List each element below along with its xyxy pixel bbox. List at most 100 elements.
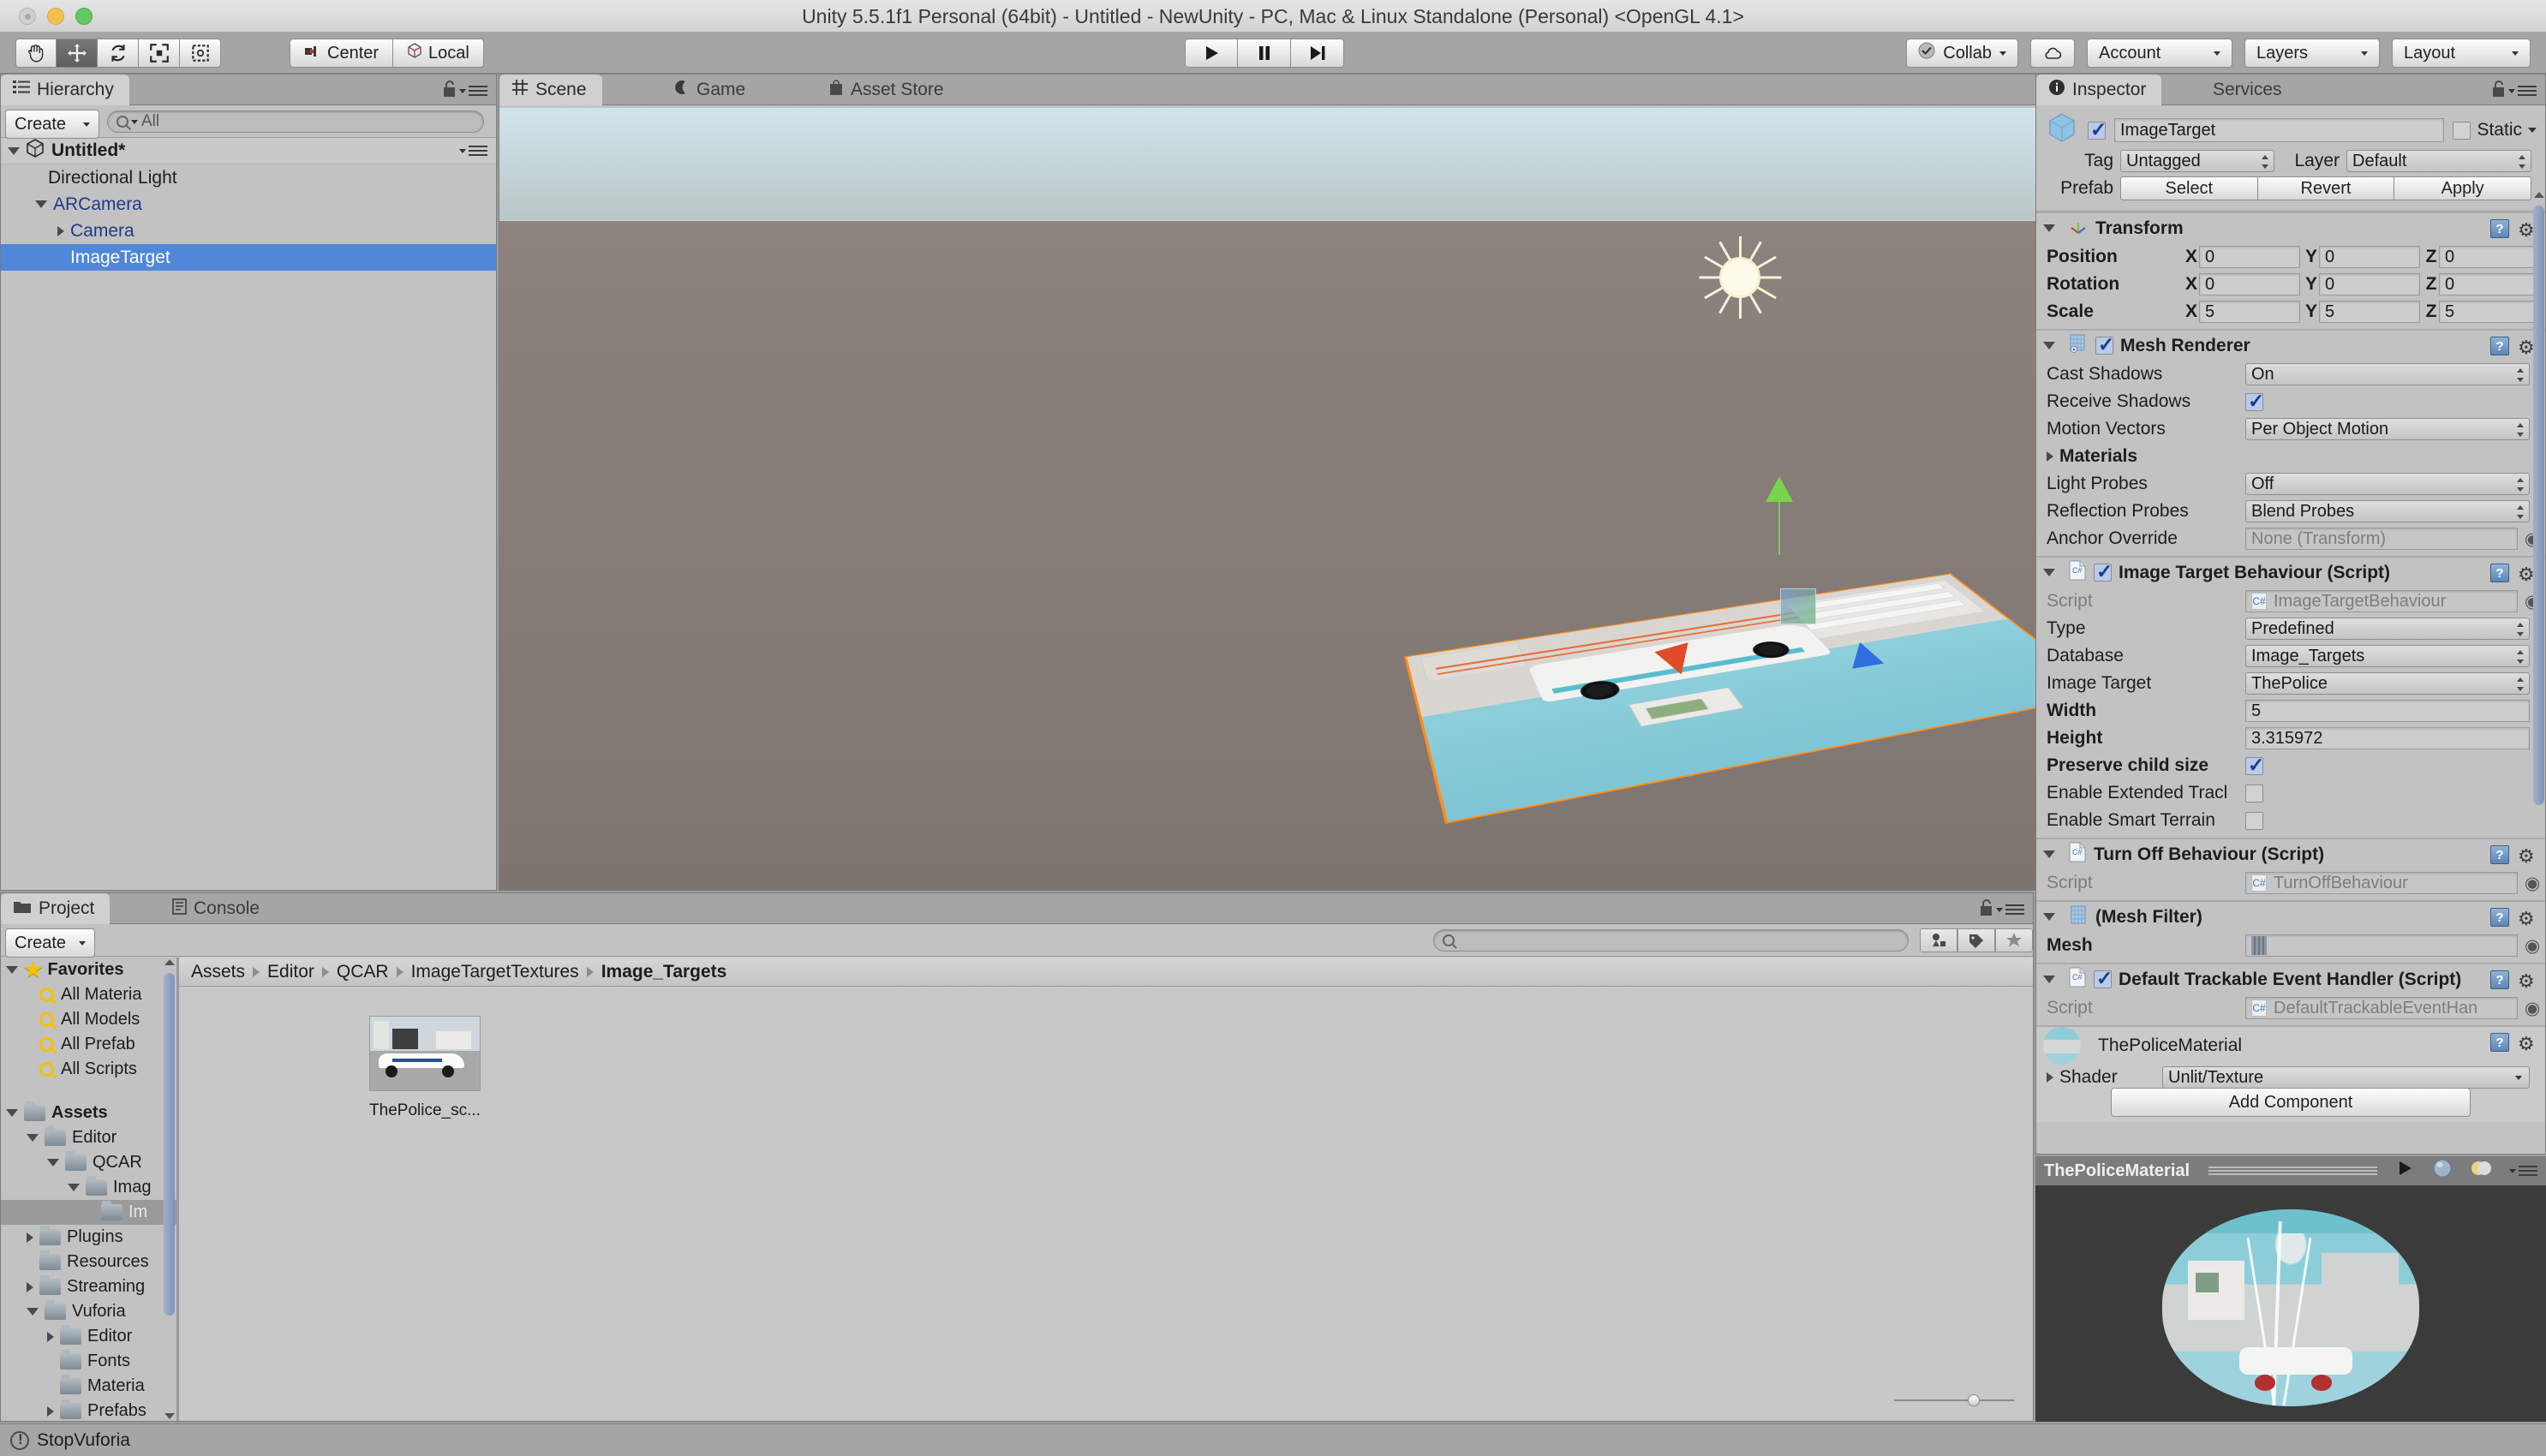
tab-project[interactable]: Project <box>1 893 111 924</box>
chevron-down-icon[interactable] <box>27 1308 39 1316</box>
status-bar[interactable]: StopVuforia <box>0 1423 2546 1456</box>
scale-x-field[interactable]: 5 <box>2199 301 2300 323</box>
component-header[interactable]: C# Turn Off Behaviour (Script)? <box>2036 838 2545 869</box>
chevron-down-icon[interactable] <box>47 1159 59 1167</box>
hierarchy-create-button[interactable]: Create <box>5 110 99 139</box>
chevron-down-icon[interactable] <box>2043 224 2055 232</box>
chevron-down-icon[interactable] <box>68 1184 80 1191</box>
chevron-right-icon[interactable] <box>2047 1072 2053 1083</box>
object-field-mesh[interactable] <box>2245 934 2518 957</box>
breadcrumb-item-4[interactable]: Image_Targets <box>601 962 727 982</box>
component-header[interactable]: Transform? <box>2036 212 2545 243</box>
project-tree-item[interactable]: ★ Favorites <box>1 958 176 982</box>
tab-inspector[interactable]: Inspector <box>2036 75 2162 105</box>
project-tree-item[interactable]: Imag <box>1 1175 176 1200</box>
project-tree-scrollbar[interactable] <box>164 959 175 1419</box>
account-button[interactable]: Account <box>2087 39 2232 68</box>
help-icon[interactable]: ? <box>2490 970 2509 989</box>
dropdown-reflection-probes[interactable]: Blend Probes <box>2245 500 2530 522</box>
tab-asset-store[interactable]: Asset Store <box>816 75 959 105</box>
gizmo-center-cube[interactable] <box>1780 588 1816 624</box>
chevron-right-icon[interactable] <box>57 225 64 236</box>
tab-hierarchy[interactable]: Hierarchy <box>1 75 129 105</box>
rect-tool-button[interactable] <box>180 39 221 68</box>
pivot-center-button[interactable]: Center <box>290 39 394 68</box>
project-search-input[interactable] <box>1433 929 1909 952</box>
playback-controls[interactable] <box>1185 39 1344 68</box>
shader-dropdown[interactable]: Unlit/Texture <box>2162 1066 2530 1089</box>
position-z-field[interactable]: 0 <box>2439 246 2540 268</box>
hierarchy-item-camera[interactable]: Camera <box>1 218 496 244</box>
project-tree-item[interactable]: Prefabs <box>1 1399 176 1421</box>
tag-dropdown[interactable]: Untagged <box>2120 150 2274 172</box>
breadcrumb-item-2[interactable]: QCAR <box>337 962 389 982</box>
chevron-down-icon[interactable] <box>2043 850 2055 858</box>
project-tree-item[interactable]: All Models <box>1 1007 176 1032</box>
inspector-scrollbar[interactable] <box>2533 192 2544 1150</box>
pivot-local-button[interactable]: Local <box>393 39 484 68</box>
chevron-down-icon[interactable] <box>27 1134 39 1142</box>
panel-menu-button[interactable] <box>459 83 487 98</box>
dropdown-light-probes[interactable]: Off <box>2245 473 2530 495</box>
tab-services[interactable]: Services <box>2201 75 2298 105</box>
cloud-button[interactable] <box>2030 39 2075 68</box>
transform-tools[interactable] <box>15 39 221 68</box>
project-tree-item[interactable]: Editor <box>1 1324 176 1349</box>
scale-z-field[interactable]: 5 <box>2439 301 2540 323</box>
project-tree-item[interactable]: Vuforia <box>1 1299 176 1324</box>
checkbox-receive-shadows[interactable] <box>2245 390 2264 413</box>
project-tree-item[interactable]: Assets <box>1 1101 176 1125</box>
object-field-anchor-override[interactable]: None (Transform) <box>2245 528 2518 550</box>
chevron-down-icon[interactable] <box>8 146 20 155</box>
material-preview-viewport[interactable] <box>2035 1185 2546 1422</box>
step-button[interactable] <box>1291 39 1344 68</box>
chevron-down-icon[interactable] <box>6 966 18 974</box>
filter-by-type-button[interactable] <box>1920 928 1957 952</box>
chevron-down-icon[interactable] <box>2043 976 2055 983</box>
layout-button[interactable]: Layout <box>2392 39 2531 68</box>
rotation-y-field[interactable]: 0 <box>2319 273 2420 295</box>
sphere-icon[interactable] <box>2432 1158 2453 1184</box>
project-tree-item[interactable] <box>1 1082 176 1101</box>
component-enabled-checkbox[interactable] <box>2094 967 2113 990</box>
chevron-right-icon[interactable] <box>27 1232 33 1243</box>
lock-icon[interactable] <box>2491 80 2506 104</box>
gameobject-enabled-checkbox[interactable] <box>2088 118 2107 141</box>
hierarchy-search-input[interactable]: All <box>107 110 484 133</box>
help-icon[interactable]: ? <box>2490 1033 2509 1052</box>
component-header[interactable]: (Mesh Filter)? <box>2036 901 2545 932</box>
project-tree-item[interactable]: All Scripts <box>1 1057 176 1082</box>
asset-item[interactable]: ThePolice_sc... <box>369 1016 481 1120</box>
chevron-down-icon[interactable] <box>2043 569 2055 576</box>
preview-play-button[interactable] <box>2396 1160 2415 1182</box>
prefab-select-button[interactable]: Select <box>2120 176 2258 200</box>
half-moon-icon[interactable] <box>2470 1159 2492 1183</box>
dropdown-type[interactable]: Predefined <box>2245 618 2530 640</box>
breadcrumb-item-1[interactable]: Editor <box>267 962 314 982</box>
hierarchy-scene-root[interactable]: Untitled* <box>1 138 496 164</box>
collab-button[interactable]: Collab <box>1906 39 2018 68</box>
chevron-down-icon[interactable] <box>2043 913 2055 921</box>
component-header[interactable]: C# Default Trackable Event Handler (Scrip… <box>2036 964 2545 994</box>
dropdown-database[interactable]: Image_Targets <box>2245 645 2530 667</box>
lock-icon[interactable] <box>442 80 457 104</box>
chevron-down-icon[interactable] <box>2043 342 2055 349</box>
project-tree-item[interactable]: Fonts <box>1 1349 176 1374</box>
directional-light-gizmo[interactable] <box>1699 236 1782 319</box>
pause-button[interactable] <box>1238 39 1291 68</box>
chevron-right-icon[interactable] <box>2047 451 2053 462</box>
scene-context-menu[interactable] <box>459 143 487 158</box>
object-field-script[interactable]: C# ImageTargetBehaviour <box>2245 590 2518 612</box>
text-field-width[interactable]: 5 <box>2245 700 2530 722</box>
dropdown-image-target[interactable]: ThePolice <box>2245 672 2530 695</box>
chevron-down-icon[interactable] <box>6 1109 18 1117</box>
scale-tool-button[interactable] <box>139 39 180 68</box>
dropdown-cast-shadows[interactable]: On <box>2245 363 2530 385</box>
breadcrumb-item-0[interactable]: Assets <box>191 962 245 982</box>
filter-by-label-button[interactable] <box>1957 928 1995 952</box>
panel-menu-button[interactable] <box>1996 902 2024 917</box>
help-icon[interactable]: ? <box>2490 845 2509 864</box>
layer-dropdown[interactable]: Default <box>2346 150 2531 172</box>
chevron-right-icon[interactable] <box>27 1281 33 1292</box>
chevron-right-icon[interactable] <box>47 1405 54 1417</box>
